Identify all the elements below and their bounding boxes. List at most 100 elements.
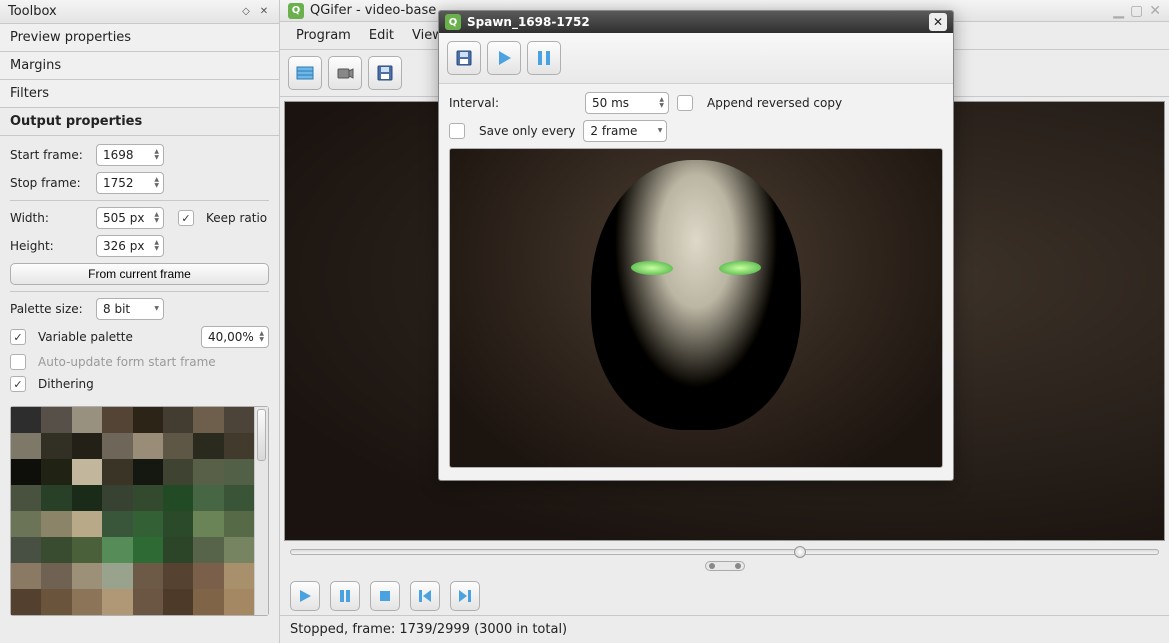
palette-swatch (163, 563, 193, 589)
keep-ratio-checkbox[interactable] (178, 210, 194, 226)
palette-swatch (224, 589, 254, 615)
palette-swatch (11, 563, 41, 589)
stop-frame-input[interactable]: 1752 ▲▼ (96, 172, 164, 194)
palette-swatch (163, 511, 193, 537)
from-current-frame-button[interactable]: From current frame (10, 263, 269, 285)
dialog-save-button[interactable] (447, 41, 481, 75)
spawn-dialog: Q Spawn_1698-1752 ✕ Interval: 50 ms ▲▼ A… (438, 10, 954, 481)
palette-swatch (102, 511, 132, 537)
palette-swatch (193, 537, 223, 563)
interval-label: Interval: (449, 96, 509, 110)
spinner-arrows-icon[interactable]: ▲▼ (659, 97, 664, 109)
palette-preview (10, 406, 269, 616)
dialog-toolbar (439, 33, 953, 84)
dropdown-icon[interactable]: ▼ (154, 306, 159, 312)
height-input[interactable]: 326 px ▲▼ (96, 235, 164, 257)
width-input[interactable]: 505 px ▲▼ (96, 207, 164, 229)
dithering-checkbox[interactable] (10, 376, 26, 392)
prev-frame-button[interactable] (410, 581, 440, 611)
palette-size-select[interactable]: 8 bit ▼ (96, 298, 164, 320)
play-button[interactable] (290, 581, 320, 611)
palette-swatch (163, 485, 193, 511)
palette-swatch (41, 563, 71, 589)
minimize-icon[interactable]: ▁ (1113, 3, 1124, 19)
timeline-thumb[interactable] (794, 546, 806, 558)
spinner-arrows-icon[interactable]: ▲▼ (154, 149, 159, 161)
dialog-titlebar[interactable]: Q Spawn_1698-1752 ✕ (439, 11, 953, 33)
dropdown-icon[interactable]: ▼ (658, 128, 663, 134)
palette-swatch (224, 485, 254, 511)
auto-update-label: Auto-update form start frame (38, 355, 216, 369)
save-icon (454, 48, 474, 68)
save-only-every-checkbox[interactable] (449, 123, 465, 139)
play-icon (495, 49, 513, 67)
save-only-every-label: Save only every (479, 124, 575, 138)
toolbox-detach-icon[interactable]: ◇ (239, 5, 253, 19)
record-button[interactable] (328, 56, 362, 90)
height-label: Height: (10, 239, 90, 253)
palette-swatch (102, 563, 132, 589)
save-button[interactable] (368, 56, 402, 90)
next-frame-button[interactable] (450, 581, 480, 611)
palette-swatch (133, 407, 163, 433)
width-label: Width: (10, 211, 90, 225)
menu-program[interactable]: Program (288, 26, 359, 45)
timeline-slider[interactable] (290, 549, 1159, 555)
menu-edit[interactable]: Edit (361, 26, 402, 45)
interval-input[interactable]: 50 ms ▲▼ (585, 92, 669, 114)
open-file-button[interactable] (288, 56, 322, 90)
variable-palette-label: Variable palette (38, 330, 195, 344)
pause-icon (535, 49, 553, 67)
pause-icon (337, 588, 353, 604)
append-reversed-checkbox[interactable] (677, 95, 693, 111)
start-frame-input[interactable]: 1698 ▲▼ (96, 144, 164, 166)
section-margins[interactable]: Margins (0, 52, 279, 80)
pause-button[interactable] (330, 581, 360, 611)
palette-swatch (41, 537, 71, 563)
palette-swatch (72, 485, 102, 511)
stop-frame-label: Stop frame: (10, 176, 90, 190)
palette-swatch (133, 485, 163, 511)
palette-swatch (72, 589, 102, 615)
variable-palette-checkbox[interactable] (10, 329, 26, 345)
save-icon (375, 63, 395, 83)
palette-swatch (11, 485, 41, 511)
dialog-pause-button[interactable] (527, 41, 561, 75)
range-handle[interactable] (705, 561, 745, 571)
palette-swatch (163, 459, 193, 485)
palette-swatch (41, 589, 71, 615)
palette-scrollbar[interactable] (254, 407, 268, 615)
palette-swatch (102, 589, 132, 615)
palette-swatch (102, 485, 132, 511)
palette-swatch (11, 589, 41, 615)
dialog-play-button[interactable] (487, 41, 521, 75)
palette-swatch (72, 459, 102, 485)
skip-prev-icon (417, 588, 433, 604)
section-filters[interactable]: Filters (0, 80, 279, 108)
maximize-icon[interactable]: ▢ (1130, 3, 1143, 19)
spinner-arrows-icon[interactable]: ▲▼ (259, 331, 264, 343)
window-close-icon[interactable]: ✕ (1149, 3, 1161, 19)
section-preview-properties[interactable]: Preview properties (0, 24, 279, 52)
dialog-close-button[interactable]: ✕ (929, 13, 947, 31)
toolbox-close-icon[interactable]: ✕ (257, 5, 271, 19)
skip-next-icon (457, 588, 473, 604)
palette-swatch (102, 433, 132, 459)
palette-swatch (72, 407, 102, 433)
spinner-arrows-icon[interactable]: ▲▼ (154, 240, 159, 252)
palette-swatch (11, 459, 41, 485)
stop-button[interactable] (370, 581, 400, 611)
palette-swatch (41, 433, 71, 459)
dialog-body: Interval: 50 ms ▲▼ Append reversed copy … (439, 84, 953, 480)
section-output-properties[interactable]: Output properties (0, 108, 279, 136)
camera-icon (335, 63, 355, 83)
palette-swatch (163, 589, 193, 615)
save-only-every-select[interactable]: 2 frame ▼ (583, 120, 667, 142)
start-frame-label: Start frame: (10, 148, 90, 162)
palette-swatch (72, 433, 102, 459)
variable-palette-percent[interactable]: 40,00% ▲▼ (201, 326, 269, 348)
spinner-arrows-icon[interactable]: ▲▼ (154, 177, 159, 189)
toolbox-panel: Toolbox ◇ ✕ Preview properties Margins F… (0, 0, 280, 643)
palette-swatch (193, 407, 223, 433)
spinner-arrows-icon[interactable]: ▲▼ (154, 212, 159, 224)
